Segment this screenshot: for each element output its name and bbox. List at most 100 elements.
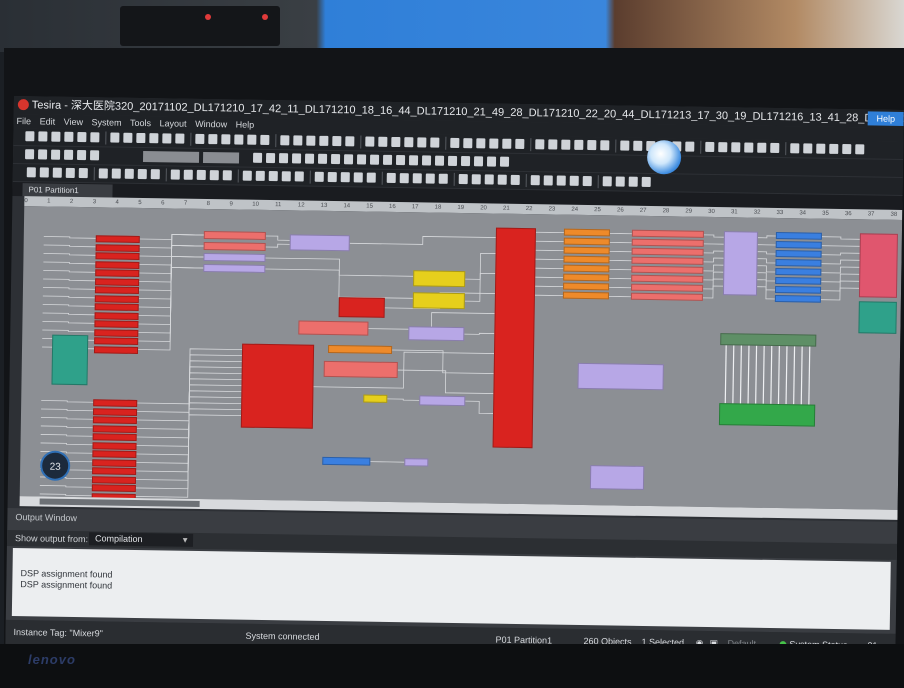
toolbar-button-icon[interactable] — [816, 143, 826, 154]
control-wire[interactable] — [732, 345, 735, 404]
signal-wire[interactable] — [43, 270, 96, 273]
matrix-mixer-block[interactable] — [203, 230, 266, 240]
toolbar-button-icon[interactable] — [450, 137, 460, 148]
format-button-icon[interactable] — [421, 155, 432, 166]
signal-wire[interactable] — [42, 312, 95, 316]
menu-layout[interactable]: Layout — [160, 118, 187, 128]
signal-wire[interactable] — [702, 285, 724, 299]
toolbar-button-icon[interactable] — [731, 142, 741, 153]
signal-wire[interactable] — [40, 417, 93, 420]
toolbar-button-icon[interactable] — [77, 149, 87, 161]
toolbar-button-icon[interactable] — [803, 143, 813, 154]
toolbar-button-icon[interactable] — [175, 133, 185, 144]
signal-wire[interactable] — [821, 266, 860, 274]
input-channel-block[interactable] — [93, 407, 138, 416]
format-button-icon[interactable] — [291, 153, 302, 164]
toolbar-button-icon[interactable] — [51, 149, 61, 160]
input-channel-block[interactable] — [92, 424, 137, 433]
input-channel-block[interactable] — [92, 433, 137, 441]
toolbar-button-icon[interactable] — [458, 173, 468, 185]
control-wire[interactable] — [739, 345, 742, 404]
toolbar-button-icon[interactable] — [855, 144, 865, 155]
signal-wire[interactable] — [43, 278, 96, 282]
toolbar-button-icon[interactable] — [90, 132, 100, 143]
eq-block[interactable] — [631, 283, 704, 292]
toolbar-button-icon[interactable] — [628, 176, 638, 187]
input-channel-block[interactable] — [94, 328, 139, 337]
auto-mixer-block[interactable] — [240, 343, 315, 429]
toolbar-button-icon[interactable] — [260, 134, 270, 146]
output-channel-block[interactable] — [563, 246, 610, 255]
amplifier-block[interactable] — [858, 233, 898, 298]
eq-block[interactable] — [631, 274, 704, 283]
design-canvas[interactable] — [19, 206, 903, 510]
menu-view[interactable]: View — [64, 117, 84, 127]
signal-wire[interactable] — [757, 286, 775, 300]
toolbar-button-icon[interactable] — [378, 136, 388, 147]
signal-wire[interactable] — [265, 235, 290, 241]
ducker-block[interactable] — [323, 360, 398, 379]
toolbar-button-icon[interactable] — [183, 169, 193, 180]
io-bus-block[interactable] — [404, 458, 429, 467]
toolbar-button-icon[interactable] — [770, 142, 780, 154]
delay-block[interactable] — [298, 320, 369, 336]
output-block[interactable] — [775, 267, 822, 276]
format-button-icon[interactable] — [317, 153, 328, 164]
toolbar-button-icon[interactable] — [582, 175, 592, 187]
toolbar-button-icon[interactable] — [52, 167, 62, 178]
toolbar-button-icon[interactable] — [829, 143, 839, 154]
toolbar-button-icon[interactable] — [548, 139, 558, 150]
toolbar-button-icon[interactable] — [744, 142, 754, 153]
signal-wire[interactable] — [703, 264, 724, 272]
toolbar-button-icon[interactable] — [476, 138, 486, 149]
toolbar-button-icon[interactable] — [561, 139, 571, 150]
menu-file[interactable]: File — [17, 116, 32, 126]
format-button-icon[interactable] — [369, 154, 380, 165]
toolbar-button-icon[interactable] — [365, 136, 375, 147]
toolbar-button-icon[interactable] — [438, 173, 448, 184]
format-button-icon[interactable] — [447, 155, 458, 166]
signal-wire[interactable] — [41, 408, 94, 412]
signal-wire[interactable] — [42, 329, 95, 333]
signal-wire[interactable] — [41, 400, 94, 403]
control-wire[interactable] — [785, 346, 788, 405]
toolbar-button-icon[interactable] — [353, 172, 363, 183]
toolbar-button-icon[interactable] — [78, 168, 88, 179]
signal-wire[interactable] — [39, 493, 92, 497]
control-wire[interactable] — [747, 345, 750, 404]
toolbar-button-icon[interactable] — [484, 174, 494, 185]
signal-wire[interactable] — [43, 236, 96, 239]
signal-wire[interactable] — [349, 235, 496, 245]
signal-wire[interactable] — [40, 434, 93, 437]
menu-edit[interactable]: Edit — [40, 116, 56, 126]
input-channel-block[interactable] — [94, 311, 139, 320]
control-block[interactable] — [718, 403, 816, 427]
toolbar-button-icon[interactable] — [530, 175, 540, 186]
output-channel-block[interactable] — [563, 273, 610, 282]
format-button-icon[interactable] — [473, 156, 484, 167]
compressor-block[interactable] — [408, 326, 465, 342]
menu-help[interactable]: Help — [236, 119, 255, 129]
format-button-icon[interactable] — [395, 155, 406, 166]
scrollbar-thumb[interactable] — [39, 498, 200, 507]
toolbar-button-icon[interactable] — [757, 142, 767, 153]
toolbar-button-icon[interactable] — [842, 144, 852, 155]
toolbar-button-icon[interactable] — [620, 140, 630, 151]
signal-wire[interactable] — [42, 304, 95, 307]
toolbar-button-icon[interactable] — [149, 133, 159, 144]
toolbar-button-icon[interactable] — [280, 135, 290, 146]
toolbar-button-icon[interactable] — [242, 170, 252, 181]
toolbar-button-icon[interactable] — [705, 141, 715, 153]
toolbar-button-icon[interactable] — [25, 149, 35, 160]
toolbar-button-icon[interactable] — [64, 149, 74, 160]
input-channel-block[interactable] — [95, 277, 140, 286]
toolbar-button-icon[interactable] — [77, 132, 87, 143]
toolbar-button-icon[interactable] — [600, 140, 610, 151]
input-channel-block[interactable] — [94, 320, 139, 328]
output-channel-block[interactable] — [563, 264, 610, 273]
help-button[interactable]: Help — [867, 111, 904, 126]
output-block[interactable] — [774, 285, 822, 294]
toolbar-button-icon[interactable] — [587, 140, 597, 151]
signal-wire[interactable] — [821, 259, 860, 265]
toolbar-button-icon[interactable] — [39, 167, 49, 178]
